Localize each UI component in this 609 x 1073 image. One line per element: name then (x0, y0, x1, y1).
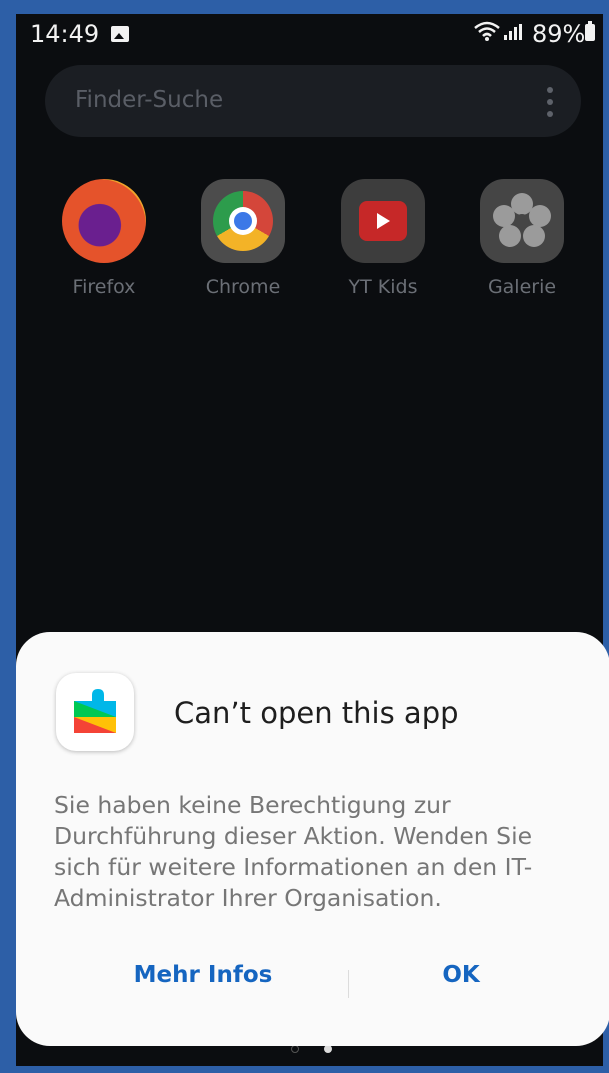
signal-icon (504, 24, 522, 40)
gallery-icon (480, 179, 564, 263)
google-play-services-icon (56, 673, 134, 751)
button-divider (348, 970, 349, 998)
status-time: 14:49 (30, 20, 100, 48)
app-label: Firefox (72, 276, 136, 298)
cant-open-app-dialog: Can’t open this app Sie haben keine Bere… (16, 632, 609, 1046)
page-dot-1[interactable] (291, 1045, 299, 1053)
battery-charging-icon (585, 21, 595, 41)
page-dot-2-active[interactable] (324, 1045, 332, 1053)
app-yt-kids[interactable]: YT Kids (323, 179, 443, 298)
wifi-icon (474, 20, 500, 48)
firefox-icon (62, 179, 146, 263)
app-firefox[interactable]: Firefox (44, 179, 164, 298)
app-chrome[interactable]: Chrome (183, 179, 303, 298)
chrome-icon (201, 179, 285, 263)
status-bar: 14:49 89% (16, 14, 603, 60)
app-label: Chrome (205, 276, 281, 298)
app-label: Galerie (487, 276, 557, 298)
dialog-title: Can’t open this app (174, 696, 459, 730)
finder-search-bar[interactable]: Finder-Suche (45, 65, 581, 137)
image-icon (111, 26, 129, 42)
app-label: YT Kids (348, 276, 418, 298)
more-info-button[interactable]: Mehr Infos (108, 962, 298, 1006)
app-galerie[interactable]: Galerie (462, 179, 582, 298)
more-options-icon[interactable] (547, 87, 553, 117)
search-placeholder: Finder-Suche (75, 87, 224, 113)
battery-percent: 89% (532, 20, 586, 48)
ok-button[interactable]: OK (416, 962, 506, 1006)
dialog-message: Sie haben keine Berechtigung zur Durchfü… (54, 791, 533, 912)
youtube-kids-icon (341, 179, 425, 263)
